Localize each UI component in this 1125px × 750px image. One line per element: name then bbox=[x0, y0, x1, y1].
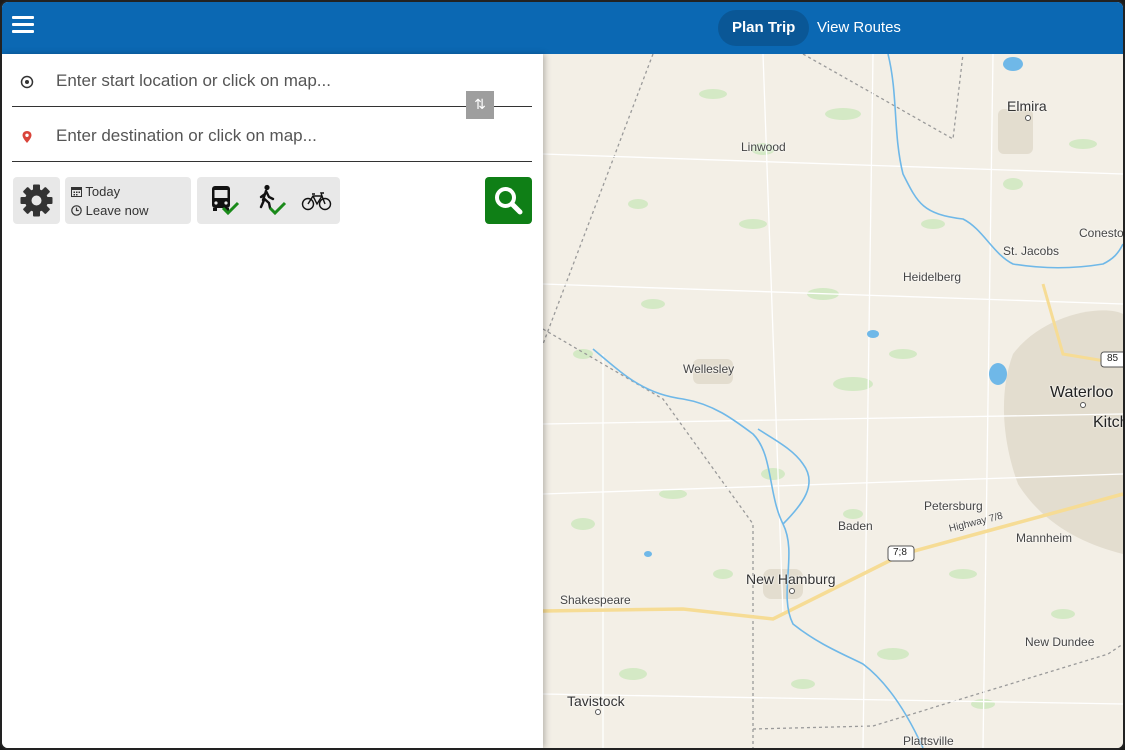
water-bodies bbox=[644, 57, 1023, 557]
tab-view-routes[interactable]: View Routes bbox=[803, 10, 915, 46]
walk-icon bbox=[259, 184, 287, 216]
route-shield-7-8-label: 7;8 bbox=[893, 547, 907, 558]
top-navigation-bar: Plan Trip View Routes bbox=[2, 2, 1123, 54]
place-heidelberg: Heidelberg bbox=[903, 270, 962, 284]
place-linwood: Linwood bbox=[741, 140, 786, 154]
map-view[interactable]: Elmira Linwood Conesto St. Jacobs Heidel… bbox=[543, 54, 1123, 748]
tab-plan-trip[interactable]: Plan Trip bbox=[718, 10, 810, 46]
destination-input[interactable] bbox=[56, 123, 456, 149]
date-label: Today bbox=[85, 184, 121, 199]
destination-row bbox=[12, 113, 532, 162]
mode-bus-toggle[interactable] bbox=[205, 183, 241, 219]
start-location-icon bbox=[20, 75, 34, 89]
time-line: Leave now bbox=[71, 203, 149, 219]
calendar-icon bbox=[71, 187, 82, 197]
time-label: Leave now bbox=[85, 203, 149, 218]
place-plattsville: Plattsville bbox=[903, 734, 954, 748]
menu-icon[interactable] bbox=[12, 14, 36, 36]
departure-time-button[interactable]: Today Leave now bbox=[65, 177, 191, 224]
place-kitchener: Kitch bbox=[1093, 414, 1123, 431]
place-wellesley: Wellesley bbox=[683, 362, 735, 376]
app-window: Plan Trip View Routes ⇅ bbox=[0, 0, 1125, 750]
settings-button[interactable] bbox=[13, 177, 60, 224]
place-tavistock: Tavistock bbox=[567, 693, 625, 709]
place-elmira: Elmira bbox=[1007, 98, 1047, 114]
mode-walk-toggle[interactable] bbox=[252, 183, 288, 219]
place-st-jacobs: St. Jacobs bbox=[1003, 244, 1060, 258]
walk-selected-check-icon bbox=[268, 201, 287, 216]
start-location-row bbox=[12, 58, 532, 107]
mode-bike-toggle[interactable] bbox=[299, 183, 335, 219]
route-shield-85-label: 85 bbox=[1107, 353, 1119, 364]
search-icon bbox=[495, 187, 523, 215]
place-conestogo: Conesto bbox=[1079, 226, 1123, 240]
search-button[interactable] bbox=[485, 177, 532, 224]
bus-icon bbox=[212, 186, 240, 216]
place-petersburg: Petersburg bbox=[924, 499, 983, 513]
date-line: Today bbox=[71, 184, 120, 200]
place-new-dundee: New Dundee bbox=[1025, 635, 1095, 649]
place-waterloo: Waterloo bbox=[1050, 384, 1114, 401]
place-mannheim: Mannheim bbox=[1016, 531, 1073, 545]
place-new-hamburg: New Hamburg bbox=[746, 571, 836, 587]
clock-icon bbox=[71, 205, 82, 216]
place-shakespeare: Shakespeare bbox=[560, 593, 631, 607]
gear-icon bbox=[20, 184, 53, 217]
destination-pin-icon bbox=[22, 131, 32, 143]
trip-planner-panel: ⇅ bbox=[2, 54, 543, 748]
bike-icon bbox=[301, 192, 332, 211]
travel-mode-selector bbox=[197, 177, 340, 224]
start-location-input[interactable] bbox=[56, 68, 456, 94]
place-baden: Baden bbox=[838, 519, 873, 533]
